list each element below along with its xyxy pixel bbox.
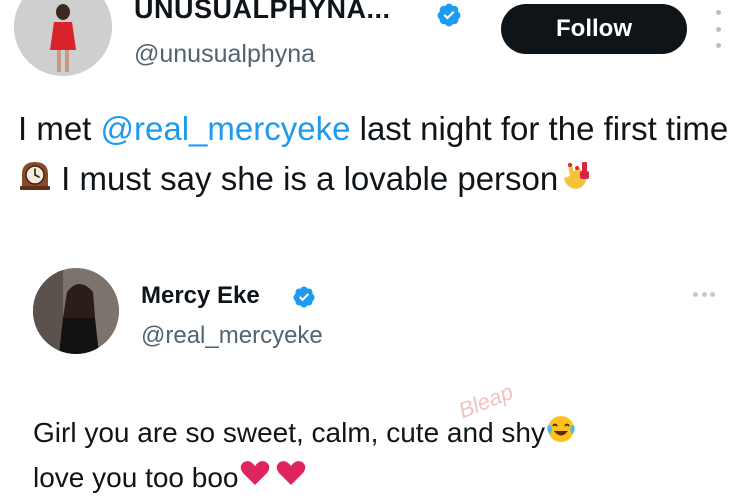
tweet-text-part: I must say she is a lovable person xyxy=(52,160,559,197)
red-heart-icon xyxy=(275,457,307,501)
more-options-icon[interactable] xyxy=(713,10,723,48)
verified-badge-icon xyxy=(292,285,316,309)
avatar[interactable] xyxy=(14,0,112,76)
quoted-tweet-line: Girl you are so sweet, calm, cute and sh… xyxy=(33,412,733,457)
verified-badge-icon xyxy=(436,2,462,28)
display-name[interactable]: UNUSUALPHYNA... xyxy=(134,0,391,25)
quoted-tweet-line: love you too boo xyxy=(33,457,733,501)
handle[interactable]: @unusualphyna xyxy=(134,40,315,69)
profile-photo-icon xyxy=(14,0,112,76)
quoted-tweet-text: Girl you are so sweet, calm, cute and sh… xyxy=(33,412,733,501)
quoted-tweet-line-text: love you too boo xyxy=(33,461,239,493)
follow-button[interactable]: Follow xyxy=(501,4,687,54)
quoted-handle[interactable]: @real_mercyeke xyxy=(141,322,323,350)
nail-polish-icon xyxy=(558,156,592,206)
tweet-text-part: I met xyxy=(18,110,101,147)
profile-photo-icon xyxy=(33,268,119,354)
quoted-tweet-line-text: Girl you are so sweet, calm, cute and sh… xyxy=(33,417,545,448)
quoted-display-name[interactable]: Mercy Eke xyxy=(141,282,260,310)
mantelpiece-clock-icon xyxy=(18,156,52,206)
mention-link[interactable]: @real_mercyeke xyxy=(101,110,351,147)
face-with-tears-of-joy-icon xyxy=(545,413,577,457)
quoted-avatar[interactable] xyxy=(33,268,119,354)
more-options-icon[interactable] xyxy=(693,292,715,298)
red-heart-icon xyxy=(239,457,271,501)
tweet-text-part: last night for the first time xyxy=(350,110,729,147)
tweet-text: I met @real_mercyeke last night for the … xyxy=(18,104,738,206)
